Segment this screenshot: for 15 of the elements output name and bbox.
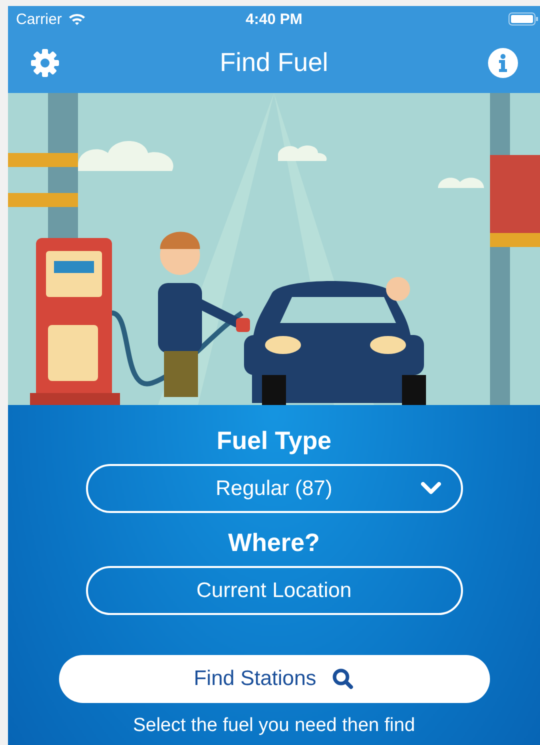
find-stations-button[interactable]: Find Stations xyxy=(58,655,490,703)
clock-time: 4:40 PM xyxy=(246,10,302,28)
where-label: Where? xyxy=(228,529,320,558)
screen-title: Find Fuel xyxy=(220,47,328,78)
battery-icon xyxy=(508,12,538,26)
chevron-down-icon xyxy=(420,482,440,495)
info-icon[interactable] xyxy=(488,48,518,78)
location-field[interactable]: Current Location xyxy=(86,566,462,615)
carrier-name: Carrier xyxy=(16,10,62,28)
search-icon xyxy=(332,668,354,690)
fuel-type-dropdown[interactable]: Regular (87) xyxy=(86,464,462,513)
wifi-icon xyxy=(68,12,86,26)
instruction-text: Select the fuel you need then find xyxy=(132,715,416,737)
fuel-type-label: Fuel Type xyxy=(216,427,332,456)
settings-icon[interactable] xyxy=(30,48,60,78)
